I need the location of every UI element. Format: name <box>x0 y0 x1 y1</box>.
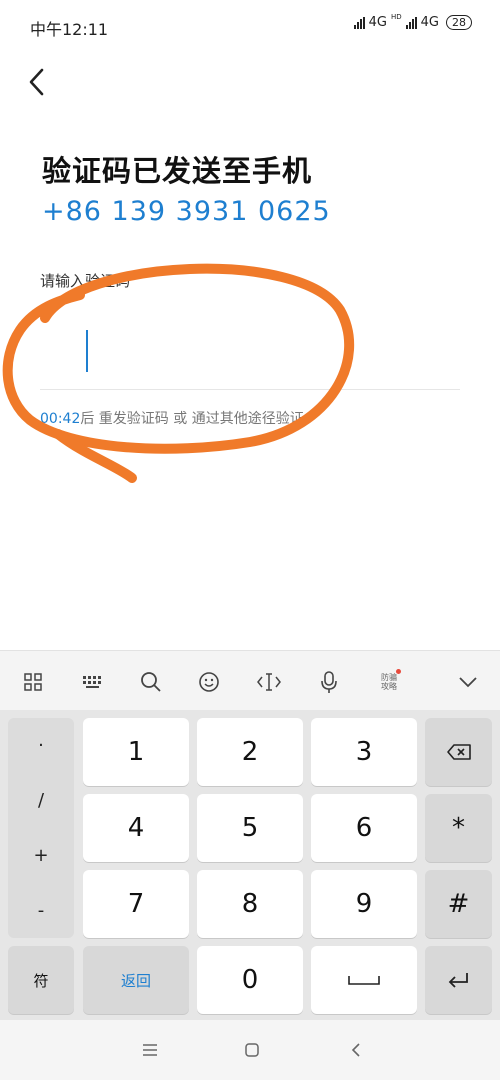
code-input-cursor[interactable] <box>86 330 88 372</box>
phone-number: +86 139 3931 0625 <box>42 196 331 227</box>
code-input-underline <box>40 389 460 390</box>
keyboard-toolbar: 防骗 攻略 <box>0 650 500 711</box>
cursor-move-icon[interactable] <box>256 669 282 695</box>
hash-key[interactable]: # <box>425 870 492 938</box>
space-icon <box>348 976 380 985</box>
keyboard-icon[interactable] <box>80 669 106 695</box>
key-7[interactable]: 7 <box>83 870 189 938</box>
return-key[interactable]: 返回 <box>83 946 189 1014</box>
status-time: 中午12:11 <box>30 20 109 39</box>
resend-text[interactable]: 后 重发验证码 或 通过其他途径验证 <box>80 411 303 427</box>
key-9[interactable]: 9 <box>311 870 417 938</box>
key-1[interactable]: 1 <box>83 718 189 786</box>
symbol-switch-key[interactable]: 符 <box>8 946 74 1014</box>
home-icon[interactable] <box>240 1039 264 1061</box>
key-5[interactable]: 5 <box>197 794 303 862</box>
symbol-slash-key[interactable]: / <box>8 773 74 828</box>
numeric-keyboard: · / + - 1 2 3 4 5 6 * 7 8 9 # 符 返回 0 <box>0 710 500 1020</box>
key-2[interactable]: 2 <box>197 718 303 786</box>
symbol-minus-key[interactable]: - <box>8 883 74 938</box>
backspace-icon <box>446 744 471 760</box>
countdown-timer: 00:42 <box>40 411 81 427</box>
microphone-icon[interactable] <box>316 669 342 695</box>
symbol-dot-key[interactable]: · <box>8 718 74 773</box>
notification-dot <box>396 669 401 674</box>
symbol-plus-key[interactable]: + <box>8 828 74 883</box>
star-key[interactable]: * <box>425 794 492 862</box>
symbol-column: · / + - <box>8 718 74 938</box>
system-navigation-bar <box>0 1020 500 1080</box>
signal-icon <box>405 16 417 29</box>
code-input-label: 请输入验证码 <box>40 272 131 290</box>
grid-icon[interactable] <box>20 669 46 695</box>
key-4[interactable]: 4 <box>83 794 189 862</box>
signal-icon <box>353 16 365 29</box>
emoji-icon[interactable] <box>196 669 222 695</box>
enter-key[interactable] <box>425 946 492 1014</box>
key-0[interactable]: 0 <box>197 946 303 1014</box>
network-type-1: 4G <box>368 15 387 30</box>
menu-icon[interactable] <box>138 1039 162 1061</box>
key-3[interactable]: 3 <box>311 718 417 786</box>
key-6[interactable]: 6 <box>311 794 417 862</box>
key-8[interactable]: 8 <box>197 870 303 938</box>
search-icon[interactable] <box>138 669 164 695</box>
hd-badge: HD <box>390 13 402 21</box>
back-nav-icon[interactable] <box>344 1039 368 1061</box>
collapse-keyboard-icon[interactable] <box>455 669 481 695</box>
back-button[interactable] <box>22 64 52 100</box>
space-key[interactable] <box>311 946 417 1014</box>
status-icons: 4G HD 4G 28 <box>353 13 472 30</box>
chevron-left-icon <box>29 68 44 96</box>
enter-icon <box>448 973 468 988</box>
network-type-2: 4G <box>420 15 439 30</box>
battery-icon: 28 <box>446 15 472 30</box>
backspace-key[interactable] <box>425 718 492 786</box>
resend-row: 00:42后 重发验证码 或 通过其他途径验证 <box>40 408 304 428</box>
status-bar: 中午12:11 4G HD 4G 28 <box>0 0 500 50</box>
page-title: 验证码已发送至手机 <box>42 154 313 188</box>
